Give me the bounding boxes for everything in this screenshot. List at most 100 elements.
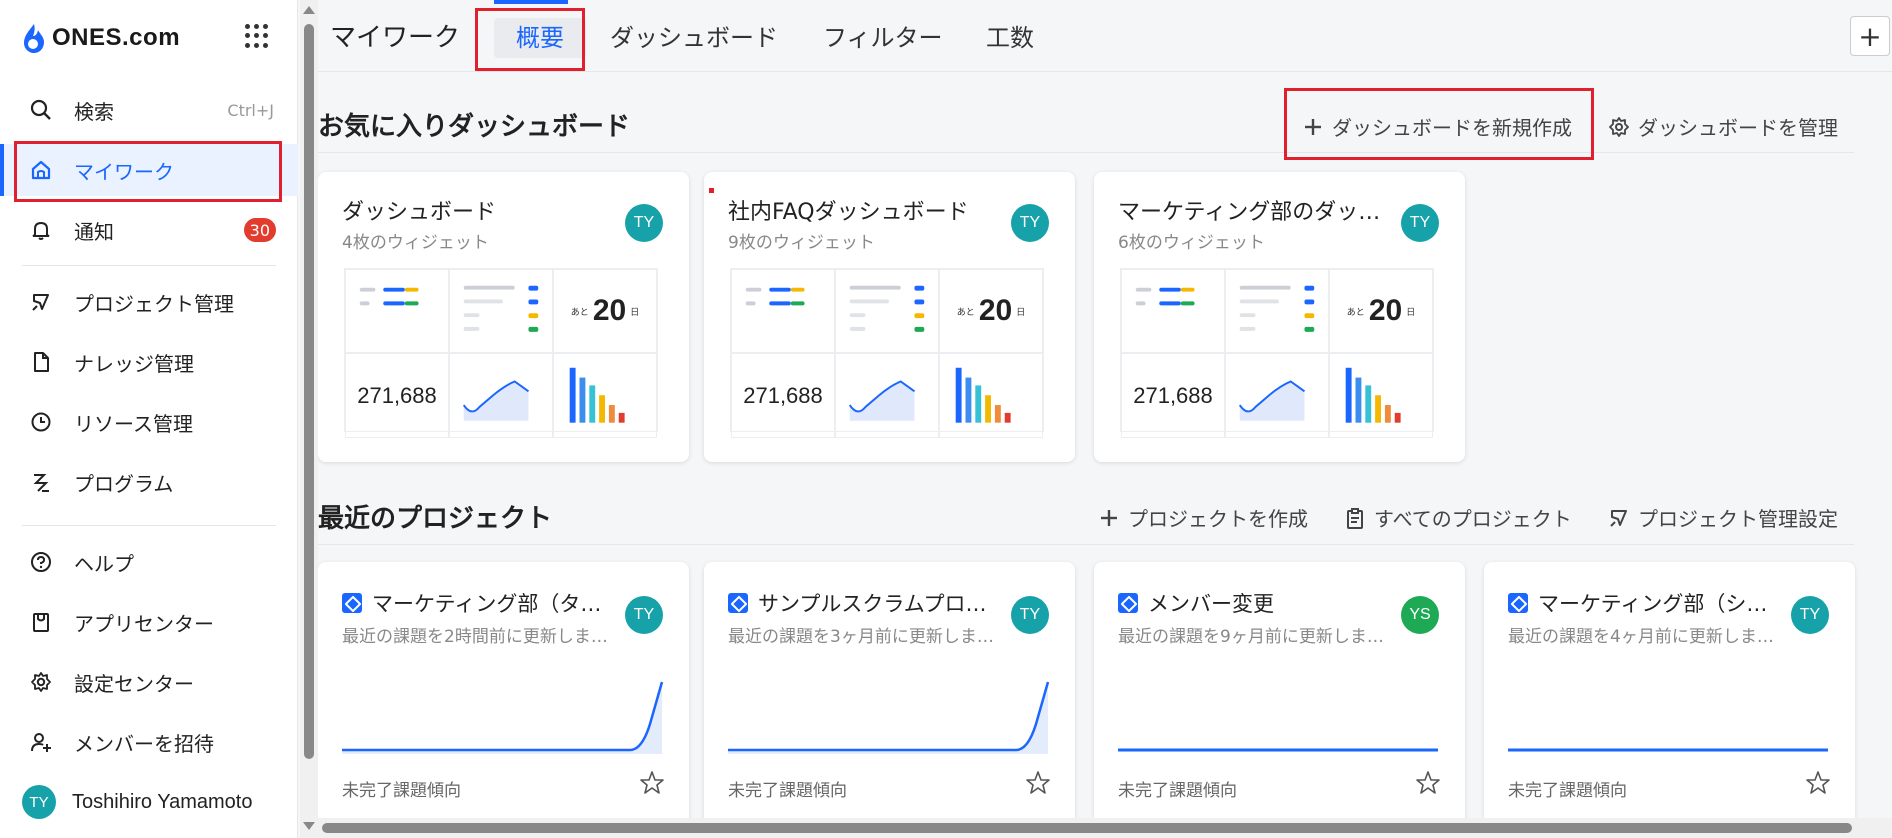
project-name: サンプルスクラムプロジェクト	[758, 592, 998, 616]
create-dashboard-label: ダッシュボードを新規作成	[1332, 116, 1572, 140]
sidebar-item-help[interactable]: ヘルプ	[0, 536, 298, 588]
avatar: TY	[625, 596, 663, 634]
widget-countdown: あと 20 日	[553, 269, 657, 354]
sidebar-item-label: アプリセンター	[74, 611, 214, 636]
project-card-footer: 未完了課題傾向	[1508, 781, 1627, 801]
document-icon	[28, 349, 54, 375]
widget-preview-grid: あと 20 日 271,688	[730, 268, 1044, 438]
sidebar-item-search[interactable]: 検索 Ctrl+J	[0, 84, 298, 136]
sidebar-item-program[interactable]: プログラム	[0, 456, 298, 508]
dashboard-card[interactable]: マーケティング部のダッシュボード 6枚のウィジェット TY あと 20 日 27…	[1094, 172, 1465, 462]
widget-status	[1225, 269, 1329, 354]
widget-preview-grid: あと 20 日 271,688	[344, 268, 658, 438]
widget-area-chart	[835, 353, 939, 438]
sidebar-item-appcenter[interactable]: アプリセンター	[0, 596, 298, 648]
avatar: TY	[1011, 204, 1049, 242]
project-rocket-icon	[1608, 507, 1630, 529]
project-card-footer: 未完了課題傾向	[1118, 781, 1237, 801]
countdown-prefix: あと	[956, 307, 975, 318]
search-icon	[28, 97, 54, 123]
section-divider	[318, 544, 1854, 545]
horizontal-scrollbar[interactable]	[318, 818, 1892, 838]
star-icon[interactable]	[1805, 770, 1831, 796]
star-icon[interactable]	[639, 770, 665, 796]
dashboard-card-subtitle: 4枚のウィジェット	[342, 233, 489, 253]
sidebar-item-settings[interactable]: 設定センター	[0, 656, 298, 708]
create-project-button[interactable]: プロジェクトを作成	[1098, 503, 1308, 532]
main-content: マイワーク 概要 ダッシュボード フィルター 工数 + お気に入りダッシュボード…	[318, 0, 1892, 818]
project-card[interactable]: マーケティング部（シンプル） TY 最近の課題を4ヶ月前に更新しました 未完了課…	[1484, 562, 1855, 818]
all-projects-button[interactable]: すべてのプロジェクト	[1344, 503, 1572, 532]
project-card[interactable]: メンバー変更 YS 最近の課題を9ヶ月前に更新しました 未完了課題傾向	[1094, 562, 1465, 818]
bell-icon	[28, 217, 54, 243]
dashboard-card-title: 社内FAQダッシュボード	[728, 200, 969, 225]
project-card[interactable]: サンプルスクラムプロジェクト TY 最近の課題を3ヶ月前に更新しました 未完了課…	[704, 562, 1075, 818]
project-card-title: マーケティング部（シンプル）	[1508, 588, 1778, 618]
sidebar-item-knowledge[interactable]: ナレッジ管理	[0, 336, 298, 388]
dashboard-card-subtitle: 6枚のウィジェット	[1118, 233, 1265, 253]
manage-dashboard-button[interactable]: ダッシュボードを管理	[1608, 112, 1838, 141]
app-launcher-icon[interactable]	[245, 24, 269, 48]
star-icon[interactable]	[1415, 770, 1441, 796]
program-icon	[28, 469, 54, 495]
sidebar-item-label: リソース管理	[74, 411, 193, 436]
project-card-subtitle: 最近の課題を4ヶ月前に更新しました	[1508, 627, 1778, 647]
clipboard-icon	[1344, 507, 1366, 529]
sidebar-item-label: ナレッジ管理	[74, 351, 194, 376]
project-card-subtitle: 最近の課題を9ヶ月前に更新しました	[1118, 627, 1388, 647]
project-card[interactable]: マーケティング部（タスク管理） TY 最近の課題を2時間前に更新しました 未完了…	[318, 562, 689, 818]
tab-overview[interactable]: 概要	[494, 18, 586, 58]
dashboard-card[interactable]: 社内FAQダッシュボード 9枚のウィジェット TY あと 20 日 271,68…	[704, 172, 1075, 462]
countdown-number: 20	[978, 294, 1013, 328]
sidebar-item-mywork[interactable]: マイワーク	[0, 144, 298, 196]
sidebar-user[interactable]: TY Toshihiro Yamamoto	[0, 776, 298, 828]
star-icon[interactable]	[1025, 770, 1051, 796]
sidebar-item-invite[interactable]: メンバーを招待	[0, 716, 298, 768]
issue-trend-chart	[1508, 748, 1828, 752]
sidebar-divider	[22, 525, 276, 526]
countdown-suffix: 日	[630, 307, 640, 318]
tab-dashboard[interactable]: ダッシュボード	[610, 18, 778, 58]
project-name: マーケティング部（タスク管理）	[372, 592, 612, 616]
countdown-number: 20	[592, 294, 627, 328]
tab-filter[interactable]: フィルター	[823, 18, 943, 58]
add-tab-button[interactable]: +	[1850, 16, 1890, 56]
project-card-subtitle: 最近の課題を2時間前に更新しました	[342, 627, 612, 647]
widget-number: 271,688	[1121, 353, 1225, 438]
page-title: マイワーク	[330, 23, 461, 53]
scrollbar-thumb[interactable]	[322, 823, 1852, 833]
tab-worklog[interactable]: 工数	[986, 18, 1034, 58]
sidebar-item-label: ヘルプ	[74, 551, 134, 576]
project-icon	[1118, 593, 1138, 613]
widget-bar-chart	[553, 353, 657, 438]
sidebar-item-project[interactable]: プロジェクト管理	[0, 276, 298, 328]
avatar: TY	[1011, 596, 1049, 634]
countdown-prefix: あと	[1346, 307, 1365, 318]
logo[interactable]: ONES.com	[20, 18, 180, 58]
notification-count-badge: 30	[243, 218, 276, 242]
scrollbar-thumb[interactable]	[304, 24, 314, 759]
dashboard-card-title: ダッシュボード	[342, 200, 497, 225]
plus-icon	[1098, 507, 1120, 529]
help-icon	[28, 549, 54, 575]
active-tab-indicator	[494, 0, 568, 4]
scroll-up-icon[interactable]	[303, 6, 315, 14]
widget-list	[1121, 269, 1225, 354]
vertical-scrollbar[interactable]	[300, 0, 318, 838]
sidebar-item-resource[interactable]: リソース管理	[0, 396, 298, 448]
scroll-down-icon[interactable]	[303, 822, 315, 830]
sidebar-item-notifications[interactable]: 通知 30	[0, 204, 298, 256]
home-icon	[28, 157, 54, 183]
issue-trend-chart	[1118, 748, 1438, 752]
sidebar-item-label: 検索	[74, 99, 114, 124]
create-dashboard-button[interactable]: ダッシュボードを新規作成	[1302, 112, 1572, 141]
sidebar-divider	[22, 265, 276, 266]
avatar: TY	[1401, 204, 1439, 242]
project-card-footer: 未完了課題傾向	[342, 781, 461, 801]
countdown-suffix: 日	[1016, 307, 1026, 318]
widget-preview-grid: あと 20 日 271,688	[1120, 268, 1434, 438]
logo-text: ONES.com	[52, 24, 181, 51]
project-settings-button[interactable]: プロジェクト管理設定	[1608, 503, 1838, 532]
dashboard-card[interactable]: ダッシュボード 4枚のウィジェット TY あと 20 日 271,688	[318, 172, 689, 462]
project-card-title: メンバー変更	[1118, 588, 1274, 618]
